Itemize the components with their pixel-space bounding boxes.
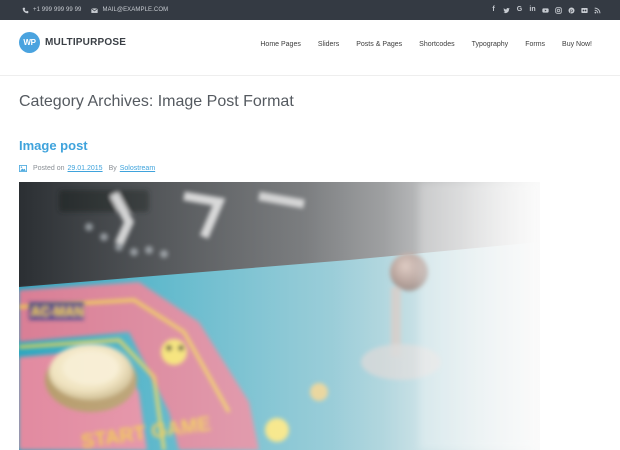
envelope-icon [91,7,99,13]
youtube-icon[interactable] [542,6,549,14]
by-label: By [108,165,117,172]
phone-link[interactable]: +1 999 999 99 99 [22,7,81,14]
nav-item-sliders[interactable]: Sliders [318,41,339,48]
site-header: WP MULTIPURPOSE Home Pages Sliders Posts… [0,20,620,76]
contact-info: +1 999 999 99 99 MAIL@EXAMPLE.COM [22,0,168,20]
logo-badge: WP [19,32,40,53]
social-links: f G in p [490,0,601,20]
svg-text:p: p [570,8,573,13]
nav-item-shortcodes[interactable]: Shortcodes [419,41,454,48]
post-author-link[interactable]: Solostream [120,165,155,172]
arcade-machine-photo: AC-MAN START GAME [19,182,540,450]
logo-text: MULTIPURPOSE [45,37,127,48]
phone-number: +1 999 999 99 99 [33,7,82,13]
featured-image[interactable]: AC-MAN START GAME [19,182,540,450]
page-title: Category Archives: Image Post Format [19,93,294,110]
flickr-icon[interactable] [581,6,588,14]
nav-item-typography[interactable]: Typography [472,41,509,48]
google-icon[interactable]: G [516,6,523,14]
nav-item-home-pages[interactable]: Home Pages [260,41,300,48]
nav-item-posts-pages[interactable]: Posts & Pages [356,41,402,48]
top-bar: +1 999 999 99 99 MAIL@EXAMPLE.COM f G in… [0,0,620,20]
linkedin-icon[interactable]: in [529,6,536,14]
post-title-link[interactable]: Image post [19,138,88,153]
nav-item-forms[interactable]: Forms [525,41,545,48]
site-logo[interactable]: WP MULTIPURPOSE [19,32,126,53]
facebook-icon[interactable]: f [490,6,497,14]
post-meta: Posted on 29.01.2015 By Solostream [19,165,155,172]
post-date-link[interactable]: 29.01.2015 [68,165,103,172]
main-nav: Home Pages Sliders Posts & Pages Shortco… [243,41,592,48]
image-icon [19,165,27,172]
rss-icon[interactable] [594,6,601,14]
email-link[interactable]: MAIL@EXAMPLE.COM [91,7,168,14]
posted-on-label: Posted on [33,165,65,172]
instagram-icon[interactable] [555,6,562,14]
pinterest-icon[interactable]: p [568,6,575,14]
twitter-icon[interactable] [503,6,510,14]
email-address: MAIL@EXAMPLE.COM [102,7,169,13]
nav-item-buy-now[interactable]: Buy Now! [562,41,592,48]
phone-icon [22,7,29,13]
